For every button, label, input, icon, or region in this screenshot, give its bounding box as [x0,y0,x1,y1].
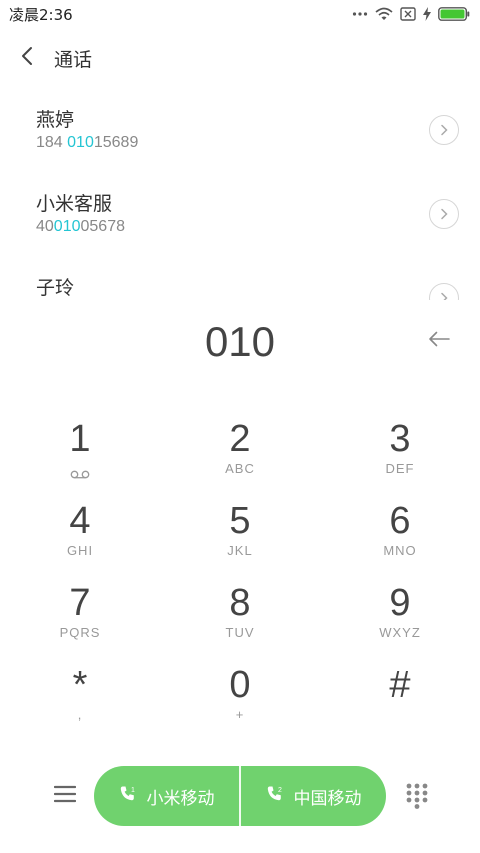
sim1-label: 小米移动 [146,788,215,809]
key-digit: 8 [229,582,251,624]
number-part: 05678 [80,218,126,235]
key-letters: MNO [383,543,417,558]
dialpad-icon [406,783,428,813]
key-digit: 6 [389,500,411,542]
wifi-icon [375,7,393,21]
charging-icon [423,7,431,21]
contact-list: 燕婷 184 01015689 小米客服 4001005678 子玲 [0,90,480,300]
chevron-left-icon [21,46,33,70]
key-7[interactable]: 7 PQRS [0,574,160,656]
key-letters: WXYZ [379,625,421,640]
status-time: 凌晨2:36 [9,5,73,24]
number-match: 010 [67,134,94,151]
contact-item[interactable]: 小米客服 4001005678 [0,174,480,258]
key-digit: 7 [69,582,91,624]
contact-name: 燕婷 [36,109,75,131]
menu-icon [53,785,77,807]
key-hash[interactable]: # [320,656,480,738]
contact-name: 小米客服 [36,193,113,215]
header: 通话 [0,36,480,80]
contact-item[interactable]: 燕婷 184 01015689 [0,90,480,174]
key-3[interactable]: 3 DEF [320,410,480,492]
number-part: 184 [36,134,68,151]
key-digit: 0 [229,664,251,706]
no-sim-icon [400,7,416,21]
phone-sim2-icon: 2 [266,785,284,808]
key-9[interactable]: 9 WXYZ [320,574,480,656]
menu-button[interactable] [48,780,82,812]
call-sim1-button[interactable]: 1 小米移动 [94,766,239,826]
battery-icon [438,7,470,21]
contact-detail-button[interactable] [429,199,459,229]
key-letters: TUV [225,625,255,640]
keypad-toggle-button[interactable] [406,783,430,809]
call-divider [239,766,241,826]
key-letters: JKL [227,543,253,558]
svg-text:1: 1 [131,787,135,794]
key-8[interactable]: 8 TUV [160,574,320,656]
key-digit: # [389,664,411,706]
contact-name: 子玲 [36,277,75,299]
key-0[interactable]: 0 + [160,656,320,738]
contact-number: 4001005678 [36,218,125,236]
key-letters: DEF [385,461,415,476]
number-match: 010 [53,218,81,235]
dial-keypad: 1 2 ABC 3 DEF 4 GHI 5 JKL 6 MNO 7 PQRS 8… [0,410,480,738]
arrow-left-icon [428,331,450,351]
key-letters: ABC [225,461,255,476]
number-part: 15689 [93,134,139,151]
key-4[interactable]: 4 GHI [0,492,160,574]
bottom-bar: 1 小米移动 2 中国移动 [0,766,480,826]
phone-sim1-icon: 1 [119,785,137,808]
contact-number: 184 01015689 [36,134,138,152]
page-title: 通话 [54,48,93,71]
key-star[interactable]: * , [0,656,160,738]
sim2-label: 中国移动 [293,788,362,809]
voicemail-icon [70,464,90,483]
contact-detail-button[interactable] [429,115,459,145]
call-sim2-button[interactable]: 2 中国移动 [241,766,386,826]
key-letters: GHI [66,543,94,558]
chevron-right-icon [440,121,448,140]
key-letters: PQRS [59,625,101,640]
key-digit: 5 [229,500,251,542]
status-bar: 凌晨2:36 [0,0,480,28]
key-digit: 4 [69,500,91,542]
key-6[interactable]: 6 MNO [320,492,480,574]
status-icons [352,7,470,21]
key-letters: , [77,707,83,722]
key-2[interactable]: 2 ABC [160,410,320,492]
chevron-right-icon [440,205,448,224]
key-1[interactable]: 1 [0,410,160,492]
backspace-button[interactable] [424,326,454,356]
dial-display: 010 [0,310,480,376]
key-digit: 2 [229,418,251,460]
key-digit: 9 [389,582,411,624]
svg-text:2: 2 [278,787,282,794]
number-part: 40 [36,218,54,235]
dial-input[interactable]: 010 [0,318,480,366]
contact-detail-button[interactable] [429,283,459,300]
contact-item[interactable]: 子玲 [0,258,480,300]
key-digit: 3 [389,418,411,460]
key-5[interactable]: 5 JKL [160,492,320,574]
chevron-right-icon [440,289,448,300]
key-digit: * [72,664,88,706]
key-digit: 1 [69,418,91,460]
call-button-group: 1 小米移动 2 中国移动 [94,766,386,826]
more-dots-icon [352,11,368,17]
key-letters: + [235,707,245,722]
back-button[interactable] [0,36,54,80]
